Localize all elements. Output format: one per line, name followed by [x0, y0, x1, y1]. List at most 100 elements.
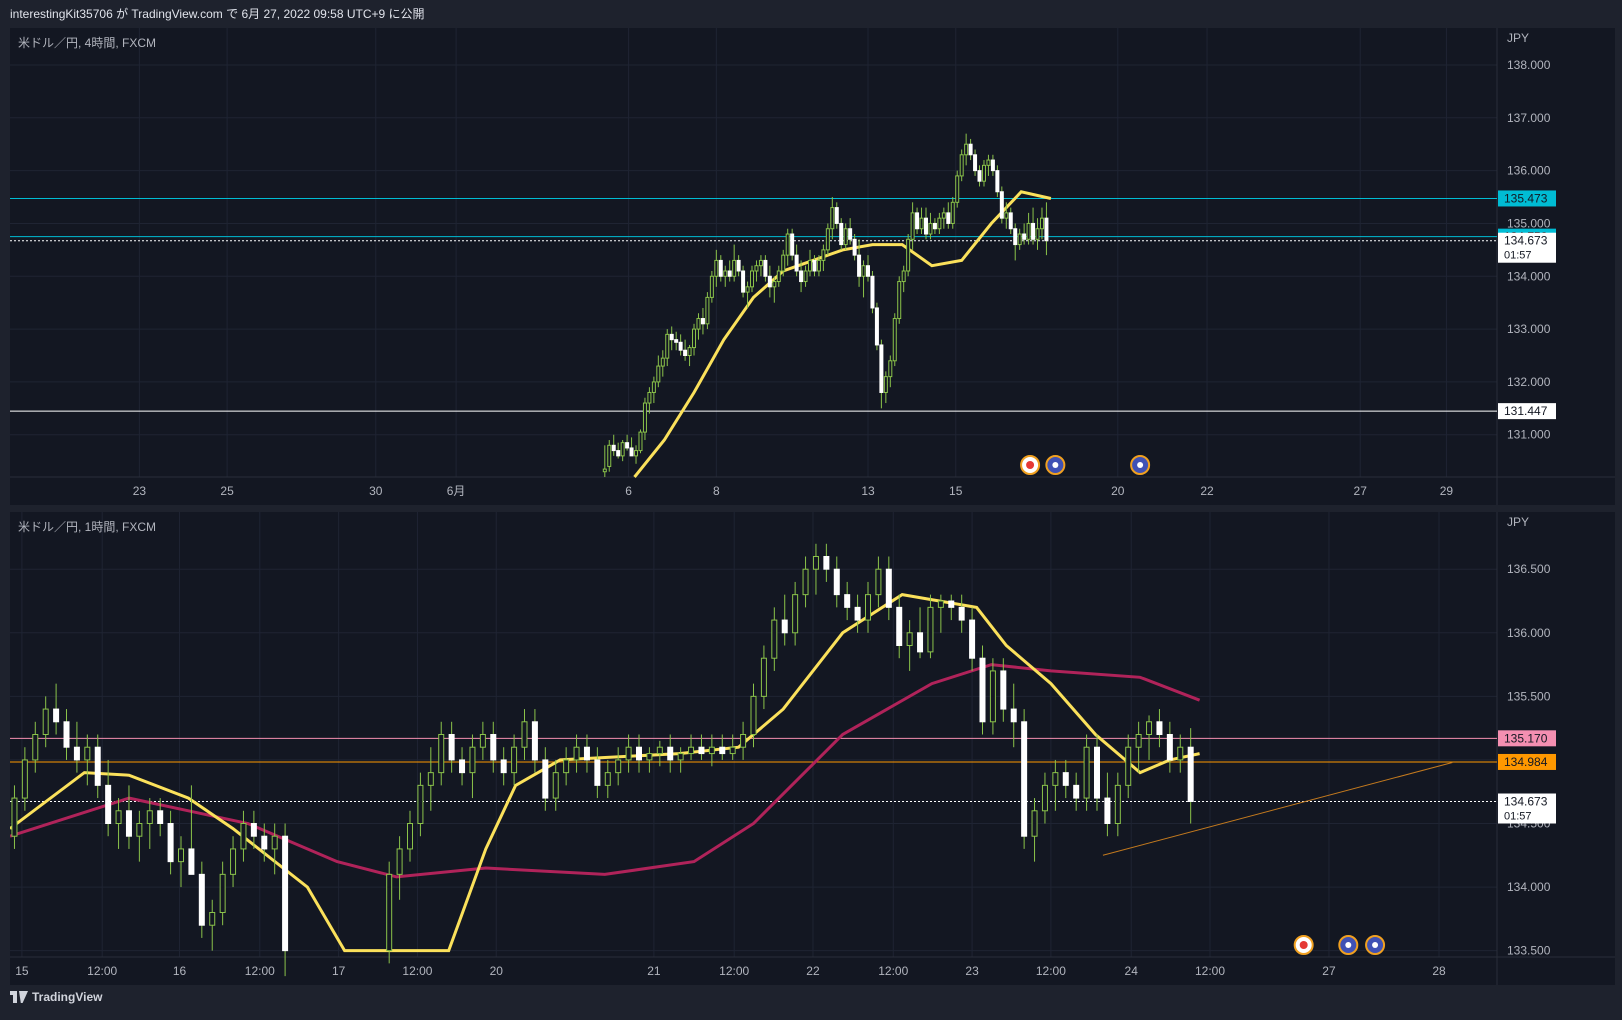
candle-body [705, 296, 710, 325]
x-tick-label: 15 [15, 964, 29, 978]
candle-body [1035, 228, 1040, 240]
flag-emblem [1372, 942, 1379, 948]
candle-body [833, 568, 840, 596]
x-tick-label: 22 [1200, 484, 1214, 498]
candle-body [750, 270, 755, 288]
candle-body [105, 784, 112, 825]
candle-body [897, 281, 902, 320]
x-tick-label: 12:00 [1036, 964, 1066, 978]
candle-body [615, 759, 622, 774]
x-tick-label: 20 [1111, 484, 1125, 498]
candle-body [875, 568, 882, 596]
candle-body [646, 753, 653, 761]
candle-body [821, 249, 826, 261]
candle-body [521, 721, 528, 748]
candle-body [879, 344, 884, 393]
candle-body [490, 734, 497, 761]
candle-body [843, 228, 848, 246]
x-tick-label: 12:00 [878, 964, 908, 978]
candle-body [656, 746, 663, 755]
candle-body [531, 721, 538, 761]
chart-panel-4h[interactable]: 138.000 137.000 136.000 135.000 134.000 133.0… [10, 28, 1615, 505]
candle-body [700, 318, 705, 325]
chart-panel-1h[interactable]: 136.500136.000135.500135.000134.500134.0… [10, 512, 1615, 985]
candle-body [209, 912, 216, 926]
candle-body [781, 619, 788, 634]
candle-body [261, 835, 268, 850]
candle-body [852, 238, 857, 256]
candle-body [583, 746, 590, 761]
candle-body [989, 670, 996, 723]
candle-body [781, 254, 786, 272]
candle-body [714, 259, 719, 277]
candle-body [910, 212, 915, 240]
x-tick-label: 29 [1440, 484, 1454, 498]
chart-1h-svg[interactable]: 136.500136.000135.500135.000134.500134.0… [10, 512, 1615, 985]
candle-body [917, 632, 924, 653]
y-tick-label: 136.000 [1507, 626, 1551, 640]
candle-body [941, 212, 946, 219]
candle-body [968, 143, 973, 156]
y-tick-label: 133.500 [1507, 944, 1551, 958]
candle-body [698, 746, 705, 755]
candle-body [230, 848, 237, 875]
candle-body [604, 772, 611, 786]
candle-body [656, 365, 661, 383]
candle-body [687, 347, 692, 357]
footer-brand[interactable]: TradingView [10, 990, 102, 1004]
currency-label: JPY [1507, 31, 1529, 45]
candle-body [511, 746, 518, 774]
candle-body [125, 810, 132, 837]
x-tick-label: 13 [861, 484, 875, 498]
x-tick-label: 28 [1432, 964, 1446, 978]
candle-body [729, 746, 736, 755]
candle-body [1062, 772, 1069, 786]
candle-body [754, 265, 759, 272]
candle-body [1004, 212, 1009, 219]
candle-body [573, 746, 580, 761]
candle-body [219, 873, 226, 914]
candle-body [1156, 721, 1163, 736]
candle-body [927, 606, 934, 653]
candle-body [937, 217, 942, 230]
candle-body [857, 254, 862, 277]
candle-body [1135, 734, 1142, 748]
candle-body [950, 201, 955, 224]
candle-body [709, 275, 714, 298]
candle-body [563, 759, 570, 774]
candle-body [73, 746, 80, 761]
candle-body [674, 339, 679, 343]
candle-body [854, 606, 861, 621]
candle-body [958, 606, 965, 621]
candle-body [407, 823, 414, 850]
candle-body [825, 228, 830, 251]
candle-body [1125, 746, 1132, 786]
candle-body [727, 270, 732, 277]
candle-body [683, 349, 688, 357]
candle-body [919, 217, 924, 230]
price-label-text: 134.673 [1504, 795, 1548, 809]
candle-body [1008, 212, 1013, 230]
candle-body [839, 222, 844, 246]
candle-body [772, 281, 777, 288]
candle-body [620, 442, 625, 457]
candle-body [785, 233, 790, 256]
candle-body [250, 823, 257, 837]
x-tick-label: 27 [1354, 484, 1368, 498]
candle-body [928, 222, 933, 235]
candle-body [758, 259, 763, 267]
candle-body [21, 759, 28, 799]
y-tick-label: 136.000 [1507, 164, 1551, 178]
candle-body [1031, 222, 1036, 240]
candle-body [636, 746, 643, 761]
candle-body [669, 333, 674, 341]
chart-4h-svg[interactable]: 138.000 137.000 136.000 135.000 134.000 133.0… [10, 28, 1615, 505]
x-tick-label: 23 [965, 964, 979, 978]
candle-body [1093, 746, 1100, 799]
x-tick-label: 17 [332, 964, 346, 978]
flag-emblem [1137, 462, 1144, 468]
candle-body [969, 619, 976, 659]
candle-body [861, 265, 866, 277]
candle-body [823, 556, 830, 570]
candle-body [1104, 797, 1111, 825]
